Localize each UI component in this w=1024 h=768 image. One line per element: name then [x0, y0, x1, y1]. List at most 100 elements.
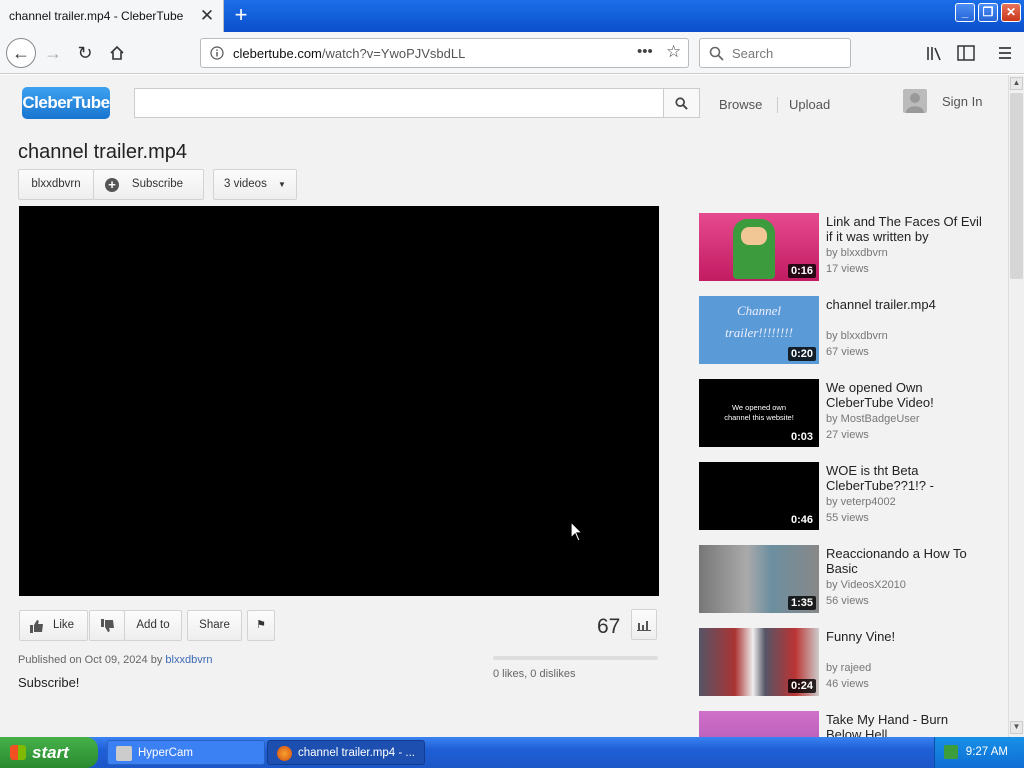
video-thumbnail[interactable]: 1:35 [699, 545, 819, 613]
related-video-item[interactable]: 1:35 Reaccionando a How To Basic by Videos… [699, 545, 999, 615]
url-text: clebertube.com/watch?v=YwoPJVsbdLL [233, 46, 466, 61]
share-button[interactable]: Share [187, 610, 242, 641]
reload-icon[interactable]: ↻ [72, 40, 98, 66]
scroll-thumb[interactable] [1010, 93, 1023, 279]
browser-tab-strip: channel trailer.mp4 - CleberTube ✕ + _ ❐… [0, 0, 1024, 32]
video-description: Subscribe! [18, 675, 80, 690]
related-video-title[interactable]: We opened Own CleberTube Video! [826, 380, 986, 410]
clock: 9:27 AM [965, 746, 1008, 758]
bookmark-star-icon[interactable]: ☆ [666, 42, 681, 62]
hypercam-icon [116, 746, 132, 761]
video-thumbnail[interactable]: 0:24 [699, 628, 819, 696]
library-icon[interactable] [925, 45, 943, 61]
menu-icon[interactable] [997, 45, 1013, 61]
related-video-uploader[interactable]: by MostBadgeUser [826, 413, 920, 425]
related-video-views: 55 views [826, 512, 869, 524]
minimize-button[interactable]: _ [955, 3, 975, 22]
browse-link[interactable]: Browse [719, 97, 762, 112]
window-close-button[interactable]: ✕ [1001, 3, 1021, 22]
address-bar[interactable]: clebertube.com/watch?v=YwoPJVsbdLL ••• ☆ [200, 38, 689, 68]
page-actions-icon[interactable]: ••• [637, 43, 653, 60]
page-scrollbar[interactable]: ▲ ▼ [1008, 75, 1024, 737]
subscribe-button[interactable]: + Subscribe [93, 169, 204, 200]
uploader-link[interactable]: blxxdbvrn [165, 654, 212, 666]
windows-taskbar: start HyperCam channel trailer.mp4 - ...… [0, 737, 1024, 768]
maximize-button[interactable]: ❐ [978, 3, 998, 22]
channel-name-button[interactable]: blxxdbvrn [18, 169, 94, 200]
scroll-up-arrow-icon[interactable]: ▲ [1010, 77, 1023, 90]
related-video-title[interactable]: Take My Hand - Burn Below Hell [826, 712, 986, 737]
site-logo[interactable]: CleberTube [22, 87, 110, 119]
like-ratio-bar [493, 656, 658, 660]
info-icon[interactable] [210, 46, 224, 60]
related-video-item[interactable]: We opened own channel this website! 0:03 W… [699, 379, 999, 449]
tab-title: channel trailer.mp4 - CleberTube [9, 9, 184, 23]
browser-tab[interactable]: channel trailer.mp4 - CleberTube ✕ [0, 0, 224, 32]
taskbar-firefox[interactable]: channel trailer.mp4 - ... [267, 740, 425, 765]
like-button[interactable]: Like [19, 610, 88, 641]
related-video-item[interactable]: Channel trailer!!!!!!!! 0:20 channel trail… [699, 296, 999, 366]
tab-close-icon[interactable]: ✕ [199, 6, 215, 26]
video-title: channel trailer.mp4 [18, 141, 187, 163]
video-thumbnail[interactable]: 0:46 [699, 462, 819, 530]
network-icon[interactable] [944, 745, 958, 759]
site-search-input[interactable] [134, 88, 664, 118]
thumbnail-face [741, 227, 767, 245]
plus-icon: + [105, 178, 119, 192]
related-video-item[interactable]: 0:24 Funny Vine! by rajeed 46 views [699, 628, 999, 698]
dislike-button[interactable] [89, 610, 125, 641]
video-player[interactable] [19, 206, 659, 596]
related-video-uploader[interactable]: by rajeed [826, 662, 871, 674]
sign-in-link[interactable]: Sign In [942, 94, 982, 109]
mouse-cursor-icon [570, 521, 584, 542]
video-duration: 0:20 [787, 347, 816, 361]
video-thumbnail[interactable]: Channel trailer!!!!!!!! 0:20 [699, 296, 819, 364]
related-video-uploader[interactable]: by blxxdbvrn [826, 247, 888, 259]
related-video-item[interactable]: 0:46 WOE is tht Beta CleberTube??1!? - by … [699, 462, 999, 532]
related-video-title[interactable]: Reaccionando a How To Basic [826, 546, 986, 576]
site-search-button[interactable] [663, 88, 700, 118]
video-duration: 0:16 [787, 264, 816, 278]
video-thumbnail[interactable]: 0:16 [699, 213, 819, 281]
new-tab-icon[interactable]: + [230, 4, 252, 26]
thumbnail-text: We opened own channel this website! [724, 403, 794, 422]
flag-button[interactable]: ⚑ [247, 610, 275, 641]
related-video-views: 46 views [826, 678, 869, 690]
related-video-uploader[interactable]: by blxxdbvrn [826, 330, 888, 342]
related-video-title[interactable]: WOE is tht Beta CleberTube??1!? - [826, 463, 986, 493]
published-info: Published on Oct 09, 2024 by blxxdbvrn [18, 654, 212, 666]
navigation-toolbar: ← → ↻ clebertube.com/watch?v=YwoPJVsbdLL… [0, 32, 1024, 74]
avatar[interactable] [903, 89, 927, 113]
scroll-down-arrow-icon[interactable]: ▼ [1010, 721, 1023, 734]
video-thumbnail[interactable]: We opened own channel this website! 0:03 [699, 379, 819, 447]
subscribe-label: Subscribe [131, 178, 184, 190]
thumbnail-text: Channel trailer!!!!!!!! [725, 303, 793, 340]
search-icon [709, 46, 724, 61]
related-video-title[interactable]: channel trailer.mp4 [826, 297, 986, 312]
system-tray: 9:27 AM [934, 737, 1024, 768]
video-duration: 0:24 [787, 679, 816, 693]
browser-search-field[interactable]: Search [699, 38, 851, 68]
forward-arrow-icon[interactable]: → [40, 40, 66, 66]
videos-dropdown[interactable]: 3 videos ▼ [213, 169, 297, 200]
task-label: channel trailer.mp4 - ... [298, 747, 415, 759]
related-video-title[interactable]: Link and The Faces Of Evil if it was wri… [826, 214, 986, 244]
home-icon[interactable] [104, 40, 130, 66]
like-label: Like [52, 619, 75, 631]
video-thumbnail[interactable] [699, 711, 819, 737]
related-video-views: 17 views [826, 263, 869, 275]
sidebar-icon[interactable] [957, 45, 975, 61]
search-icon [675, 97, 688, 110]
related-video-uploader[interactable]: by VideosX2010 [826, 579, 906, 591]
related-video-uploader[interactable]: by veterp4002 [826, 496, 896, 508]
related-video-title[interactable]: Funny Vine! [826, 629, 986, 644]
taskbar-hypercam[interactable]: HyperCam [107, 740, 265, 765]
related-video-item[interactable]: 0:16 Link and The Faces Of Evil if it was… [699, 213, 999, 283]
add-to-button[interactable]: Add to [124, 610, 182, 641]
start-button[interactable]: start [0, 737, 98, 768]
upload-link[interactable]: Upload [789, 97, 830, 112]
published-date: Published on Oct 09, 2024 by [18, 654, 163, 666]
related-video-item[interactable]: Take My Hand - Burn Below Hell [699, 711, 999, 737]
stats-button[interactable] [631, 609, 657, 640]
back-arrow-icon[interactable]: ← [6, 38, 36, 68]
